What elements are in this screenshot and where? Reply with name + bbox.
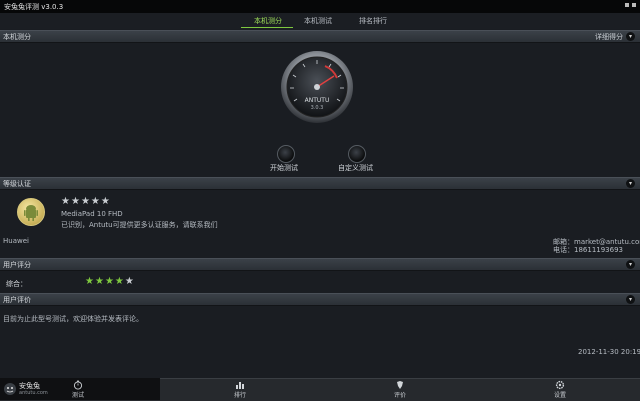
section-score-header: 本机测分 详细得分 ▾ [0, 30, 640, 43]
antutu-logo-icon [4, 383, 16, 395]
star-icon: ★ [90, 196, 100, 207]
comment-timestamp: 2012-11-30 20:19:15 [578, 348, 640, 356]
device-model: MediaPad 10 FHD [61, 210, 123, 218]
nav-test[interactable]: 测试 [58, 378, 98, 400]
section-rating-title: 用户评分 [3, 261, 31, 269]
start-test-label: 开始测试 [270, 164, 298, 172]
comment-text: 目前为止此型号测试，欢迎体验并发表评论。 [3, 315, 143, 323]
tab-bar: 本机测分 本机测试 排名排行 [0, 13, 640, 29]
section-score-title: 本机测分 [3, 33, 31, 41]
nav-review-label: 评价 [393, 392, 406, 399]
rank-icon [236, 382, 244, 389]
star-icon: ★ [61, 196, 70, 207]
start-test-button[interactable] [277, 145, 295, 163]
star-icon: ★ [85, 276, 94, 287]
chevron-down-icon[interactable]: ▾ [626, 179, 635, 188]
star-icon: ★ [94, 276, 104, 287]
device-brand: Huawei [3, 237, 29, 245]
speedometer-gauge: ANTUTU 3.0.3 [280, 50, 354, 124]
star-icon: ★ [70, 196, 80, 207]
tab-rank[interactable]: 排名排行 [348, 16, 398, 26]
gauge-sub: 3.0.3 [311, 105, 324, 111]
tab-score[interactable]: 本机测分 [243, 16, 293, 26]
nav-test-label: 测试 [71, 392, 84, 399]
gauge-brand: ANTUTU [305, 97, 330, 104]
contact-phone: 电话：18611193693 [553, 246, 623, 254]
nav-rank-label: 排行 [233, 392, 246, 399]
window-controls [625, 3, 636, 7]
section-comments-header: 用户评价 ▾ [0, 293, 640, 306]
custom-test-label: 自定义测试 [338, 164, 373, 172]
window-title: 安兔兔评测 v3.0.3 [4, 3, 64, 11]
logo-sub: antutu.com [19, 390, 48, 396]
rating-label: 综合： [6, 280, 27, 288]
tab-test[interactable]: 本机测试 [293, 16, 343, 26]
section-rating-header: 用户评分 ▾ [0, 258, 640, 271]
nav-review[interactable]: 评价 [380, 378, 420, 400]
user-star-rating[interactable]: ★ ★ ★ ★ ★ [85, 277, 134, 287]
chevron-down-icon[interactable]: ▾ [626, 260, 635, 269]
nav-settings-label: 设置 [553, 392, 566, 399]
star-icon: ★ [124, 276, 134, 287]
android-device-icon [17, 198, 45, 226]
cert-star-rating: ★ ★ ★ ★ ★ [61, 197, 110, 207]
section-comments-title: 用户评价 [3, 296, 31, 304]
section-cert-header: 等级认证 ▾ [0, 177, 640, 190]
timer-icon [73, 380, 83, 390]
nav-rank[interactable]: 排行 [220, 378, 260, 400]
chevron-down-icon[interactable]: ▾ [626, 295, 635, 304]
star-icon: ★ [100, 196, 110, 207]
cert-description: 已识别，Antutu可提供更多认证服务，请联系我们 [61, 221, 218, 229]
star-icon: ★ [104, 276, 114, 287]
tool-icon [397, 381, 403, 389]
settings-icon [555, 380, 565, 390]
detail-score-link[interactable]: 详细得分 [595, 32, 623, 42]
nav-settings[interactable]: 设置 [540, 378, 580, 400]
close-icon[interactable] [632, 3, 636, 7]
minimize-icon[interactable] [625, 3, 629, 7]
custom-test-button[interactable] [348, 145, 366, 163]
star-icon: ★ [114, 276, 124, 287]
title-bar: 安兔兔评测 v3.0.3 [0, 0, 640, 13]
tab-active-indicator [241, 27, 293, 28]
section-cert-title: 等级认证 [3, 180, 31, 188]
star-icon: ★ [80, 196, 90, 207]
chevron-down-icon[interactable]: ▾ [626, 32, 635, 41]
